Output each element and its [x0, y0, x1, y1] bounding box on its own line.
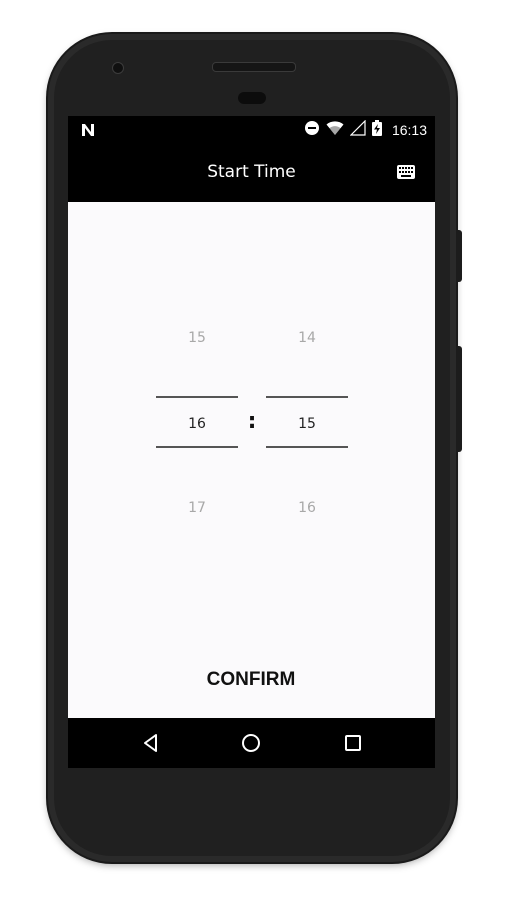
minute-picker[interactable]: 14 15 16 [266, 318, 348, 568]
home-icon[interactable] [240, 732, 262, 754]
notification-n-icon [80, 122, 96, 138]
minute-selected[interactable]: 15 [266, 416, 348, 432]
battery-charging-icon [371, 120, 382, 140]
proximity-sensor [238, 92, 266, 104]
hour-divider-bottom [156, 446, 238, 448]
wifi-icon [326, 120, 344, 140]
hour-divider-top [156, 396, 238, 398]
minute-next[interactable]: 16 [266, 500, 348, 516]
time-separator: : [247, 409, 257, 434]
device-stage: 16:13 Start Time 15 16 17: 14 15 16 CON… [0, 0, 506, 900]
status-bar: 16:13 [68, 116, 435, 144]
page-title: Start Time [207, 162, 296, 182]
minute-previous[interactable]: 14 [266, 330, 348, 346]
power-button [456, 230, 462, 282]
time-picker-content: 15 16 17 : 14 15 16 CONFIRM [68, 202, 435, 718]
recents-icon[interactable] [342, 732, 364, 754]
earpiece-speaker [212, 62, 296, 72]
status-icons: 16:13 [304, 119, 427, 140]
navigation-bar [68, 718, 435, 768]
front-camera [112, 62, 124, 74]
back-icon[interactable] [140, 732, 162, 754]
hour-next[interactable]: 17 [156, 500, 238, 516]
hour-selected[interactable]: 16 [156, 416, 238, 432]
confirm-button[interactable]: CONFIRM [176, 662, 326, 698]
minute-divider-bottom [266, 446, 348, 448]
signal-icon [349, 119, 366, 140]
app-bar: Start Time [68, 144, 435, 202]
hour-previous[interactable]: 15 [156, 330, 238, 346]
status-time: 16:13 [391, 122, 427, 138]
keyboard-icon[interactable] [397, 164, 415, 179]
do-not-disturb-icon [304, 120, 320, 140]
minute-divider-top [266, 396, 348, 398]
volume-button [456, 346, 462, 452]
phone-screen: 16:13 Start Time 15 16 17: 14 15 16 CON… [68, 116, 435, 768]
hour-picker[interactable]: 15 16 17 [156, 318, 238, 568]
